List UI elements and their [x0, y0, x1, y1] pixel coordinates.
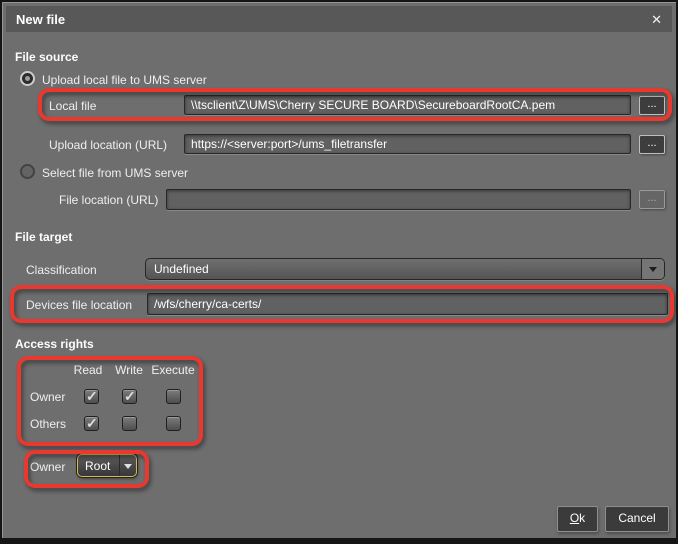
radio-upload-local-file[interactable]	[20, 71, 35, 86]
new-file-dialog: New file ✕ File source Upload local file…	[0, 0, 678, 544]
file-location-label: File location (URL)	[59, 193, 158, 207]
titlebar: New file ✕	[6, 6, 672, 32]
radio-upload-local-file-label: Upload local file to UMS server	[42, 73, 207, 87]
file-location-input[interactable]	[166, 189, 631, 210]
chevron-down-icon[interactable]	[119, 455, 136, 476]
owner-dropdown[interactable]: Root	[77, 454, 137, 477]
upload-location-label: Upload location (URL)	[49, 138, 167, 152]
owner-write-checkbox[interactable]	[122, 389, 137, 404]
classification-label: Classification	[26, 263, 97, 277]
radio-select-from-ums[interactable]	[20, 164, 35, 179]
others-write-checkbox[interactable]	[122, 416, 137, 431]
upload-location-browse-button[interactable]: ...	[639, 135, 665, 154]
chevron-down-icon[interactable]	[641, 259, 664, 279]
cancel-button[interactable]: Cancel	[605, 506, 669, 532]
local-file-input[interactable]: \\tsclient\Z\UMS\Cherry SECURE BOARD\Sec…	[184, 95, 631, 115]
devices-file-location-label: Devices file location	[26, 298, 132, 312]
classification-dropdown[interactable]: Undefined	[145, 258, 665, 280]
others-row-label: Others	[30, 417, 66, 431]
owner-dropdown-value: Root	[78, 459, 119, 473]
column-header-execute: Execute	[151, 363, 194, 377]
others-read-checkbox[interactable]	[84, 416, 99, 431]
owner-execute-checkbox[interactable]	[166, 389, 181, 404]
local-file-label: Local file	[49, 99, 96, 113]
file-target-header: File target	[15, 230, 72, 244]
access-rights-header: Access rights	[15, 337, 94, 351]
file-location-browse-button[interactable]: ...	[639, 190, 665, 209]
radio-select-from-ums-label: Select file from UMS server	[42, 166, 188, 180]
local-file-browse-button[interactable]: ...	[639, 96, 665, 115]
column-header-write: Write	[115, 363, 143, 377]
classification-value: Undefined	[146, 262, 641, 276]
ok-button[interactable]: Ok	[557, 506, 598, 532]
owner-select-label: Owner	[30, 460, 65, 474]
dialog-title: New file	[16, 12, 65, 27]
file-source-header: File source	[15, 50, 78, 64]
upload-location-input[interactable]: https://<server:port>/ums_filetransfer	[184, 134, 631, 154]
owner-row-label: Owner	[30, 390, 65, 404]
close-icon[interactable]: ✕	[651, 13, 662, 26]
column-header-read: Read	[74, 363, 103, 377]
others-execute-checkbox[interactable]	[166, 416, 181, 431]
owner-read-checkbox[interactable]	[84, 389, 99, 404]
devices-file-location-input[interactable]: /wfs/cherry/ca-certs/	[147, 293, 668, 315]
